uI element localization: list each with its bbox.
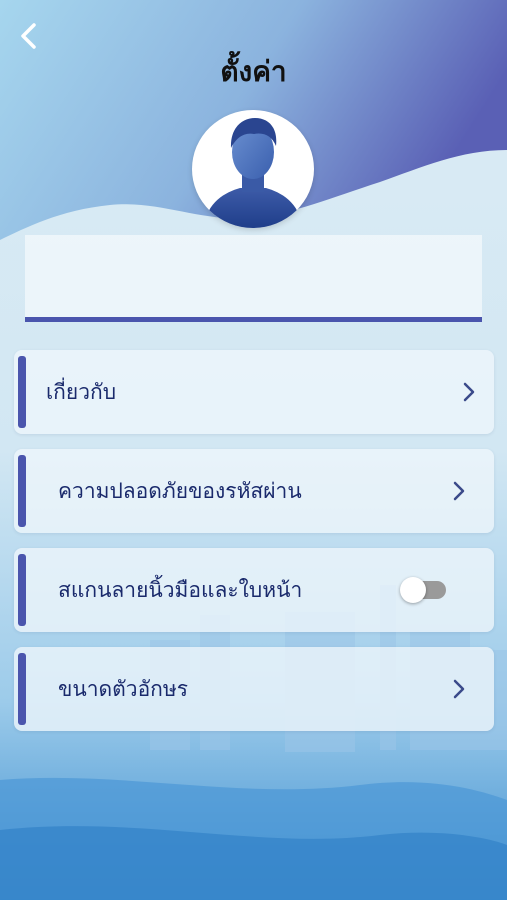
chevron-right-icon: [453, 481, 465, 501]
menu-item-label: ความปลอดภัยของรหัสผ่าน: [58, 478, 302, 503]
menu-item-label: สแกนลายนิ้วมือและใบหน้า: [58, 577, 303, 602]
chevron-left-icon: [21, 23, 36, 49]
menu-item-about[interactable]: เกี่ยวกับ: [14, 350, 494, 434]
menu-item-password-security[interactable]: ความปลอดภัยของรหัสผ่าน: [14, 449, 494, 533]
menu-item-label: ขนาดตัวอักษร: [58, 676, 189, 701]
page-title: ตั้งค่า: [220, 55, 287, 88]
back-button[interactable]: [10, 18, 46, 54]
menu-accent-bar: [18, 455, 26, 527]
biometric-toggle[interactable]: [400, 577, 446, 603]
profile-name-card: [25, 235, 482, 322]
menu-accent-bar: [18, 356, 26, 428]
menu-item-font-size[interactable]: ขนาดตัวอักษร: [14, 647, 494, 731]
menu-item-biometric-scan: สแกนลายนิ้วมือและใบหน้า: [14, 548, 494, 632]
toggle-knob: [400, 577, 426, 603]
menu-accent-bar: [18, 554, 26, 626]
chevron-right-icon: [463, 382, 475, 402]
menu-accent-bar: [18, 653, 26, 725]
chevron-right-icon: [453, 679, 465, 699]
avatar[interactable]: [192, 110, 314, 228]
user-silhouette-icon: [204, 118, 302, 228]
menu-item-label: เกี่ยวกับ: [46, 379, 117, 404]
